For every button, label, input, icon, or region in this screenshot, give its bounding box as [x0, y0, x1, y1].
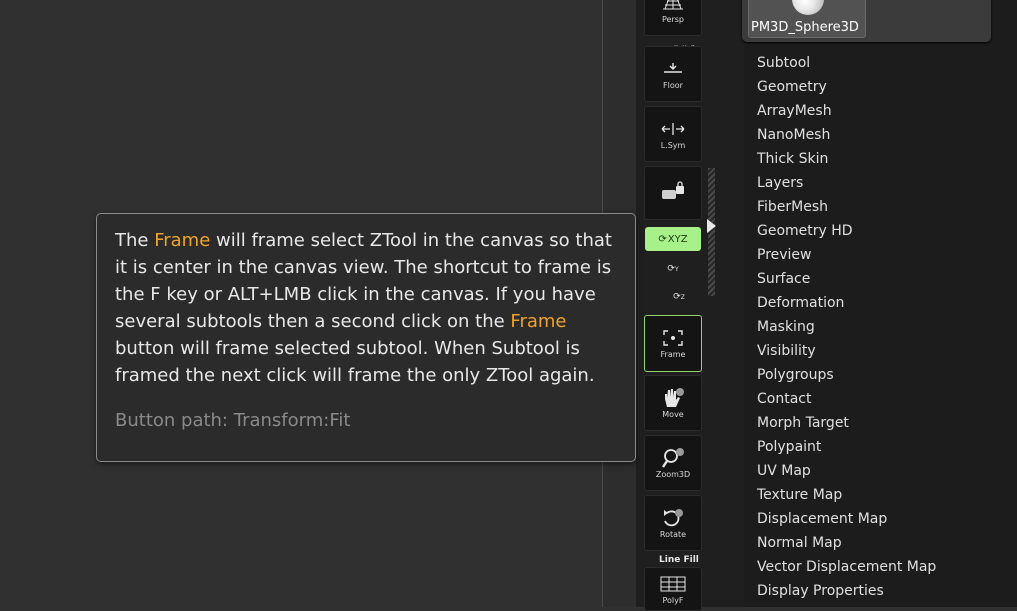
frame-icon	[660, 328, 686, 348]
polyf-label: PolyF	[662, 595, 684, 605]
move-button[interactable]: Move	[644, 375, 702, 431]
subpalette-item[interactable]: Polypaint	[757, 435, 936, 459]
subpalette-item[interactable]: Normal Map	[757, 531, 936, 555]
move-label: Move	[662, 409, 684, 419]
tool-subpalette-list: Subtool Geometry ArrayMesh NanoMesh Thick Sk…	[757, 51, 936, 603]
tooltip-description: The Frame will frame select ZTool in the…	[115, 227, 617, 389]
subpalette-item[interactable]: Visibility	[757, 339, 936, 363]
scroll-right-icon[interactable]	[707, 219, 716, 233]
camera-lock-icon	[660, 181, 686, 202]
rotate-xyz-label: XYZ	[667, 233, 688, 245]
tooltip-button-path: Button path: Transform:Fit	[115, 410, 351, 431]
persp-label: Persp	[662, 14, 684, 24]
tooltip-text-part3: button will frame selected subtool. When…	[115, 338, 595, 386]
zoom-magnifier-icon	[660, 447, 686, 468]
rotate-y-icon: ⟳	[667, 264, 675, 274]
line-fill-label: Line Fill	[659, 555, 699, 565]
rotate-label: Rotate	[659, 529, 687, 539]
polyframe-grid-icon	[660, 574, 686, 594]
rotate-xyz-toggle[interactable]: ⟳ XYZ	[645, 227, 701, 251]
subpalette-item[interactable]: Preview	[757, 243, 936, 267]
polyf-button[interactable]: PolyF	[644, 567, 702, 611]
frame-tooltip: The Frame will frame select ZTool in the…	[96, 213, 636, 462]
sphere-icon	[792, 0, 824, 15]
persp-button[interactable]: Persp	[644, 0, 702, 36]
lsym-button[interactable]: L.Sym	[644, 106, 702, 162]
subpalette-item[interactable]: ArrayMesh	[757, 99, 936, 123]
tooltip-highlight-frame: Frame	[154, 230, 211, 251]
rotate-y-label: Y	[674, 265, 679, 273]
subpalette-item[interactable]: Texture Map	[757, 483, 936, 507]
subpalette-item[interactable]: Thick Skin	[757, 147, 936, 171]
tooltip-highlight-frame: Frame	[510, 311, 567, 332]
frame-label: Frame	[660, 350, 686, 359]
subpalette-item[interactable]: Morph Target	[757, 411, 936, 435]
subpalette-item[interactable]: Masking	[757, 315, 936, 339]
zoom3d-button[interactable]: Zoom3D	[644, 435, 702, 491]
rotate-z-icon: ⟳	[673, 292, 681, 302]
tooltip-text-part1: The	[115, 230, 155, 251]
frame-button[interactable]: Frame	[644, 315, 702, 372]
subpalette-item[interactable]: Deformation	[757, 291, 936, 315]
perspective-grid-icon	[660, 0, 686, 13]
zoom3d-label: Zoom3D	[655, 469, 691, 479]
subpalette-item[interactable]: Contact	[757, 387, 936, 411]
tool-thumbnail[interactable]: PM3D_Sphere3D	[748, 0, 866, 38]
lock-camera-button[interactable]	[644, 166, 702, 220]
subpalette-item[interactable]: Geometry	[757, 75, 936, 99]
floor-icon	[660, 59, 686, 79]
subpalette-item[interactable]: Surface	[757, 267, 936, 291]
symmetry-icon	[660, 119, 686, 139]
subpalette-item[interactable]: Geometry HD	[757, 219, 936, 243]
subpalette-item[interactable]: Vector Displacement Map	[757, 555, 936, 579]
rotate-xyz-icon: ⟳	[658, 233, 667, 245]
lsym-label: L.Sym	[660, 140, 686, 150]
floor-button[interactable]: Floor	[644, 46, 702, 102]
rotate-y-toggle[interactable]: ⟳ Y	[665, 262, 681, 276]
rotate-arrows-icon	[660, 508, 686, 528]
rotate-button[interactable]: Rotate	[644, 495, 702, 551]
subpalette-item[interactable]: Displacement Map	[757, 507, 936, 531]
subpalette-item[interactable]: Polygroups	[757, 363, 936, 387]
subpalette-item[interactable]: UV Map	[757, 459, 936, 483]
rotate-z-label: Z	[680, 293, 685, 301]
subpalette-item[interactable]: Layers	[757, 171, 936, 195]
rotate-z-toggle[interactable]: ⟳ Z	[671, 290, 687, 304]
hand-move-icon	[660, 387, 686, 408]
floor-label: Floor	[663, 80, 683, 90]
subpalette-item[interactable]: FiberMesh	[757, 195, 936, 219]
subpalette-item[interactable]: Display Properties	[757, 579, 936, 603]
subpalette-item[interactable]: Subtool	[757, 51, 936, 75]
tool-name: PM3D_Sphere3D	[751, 20, 859, 35]
subpalette-item[interactable]: NanoMesh	[757, 123, 936, 147]
